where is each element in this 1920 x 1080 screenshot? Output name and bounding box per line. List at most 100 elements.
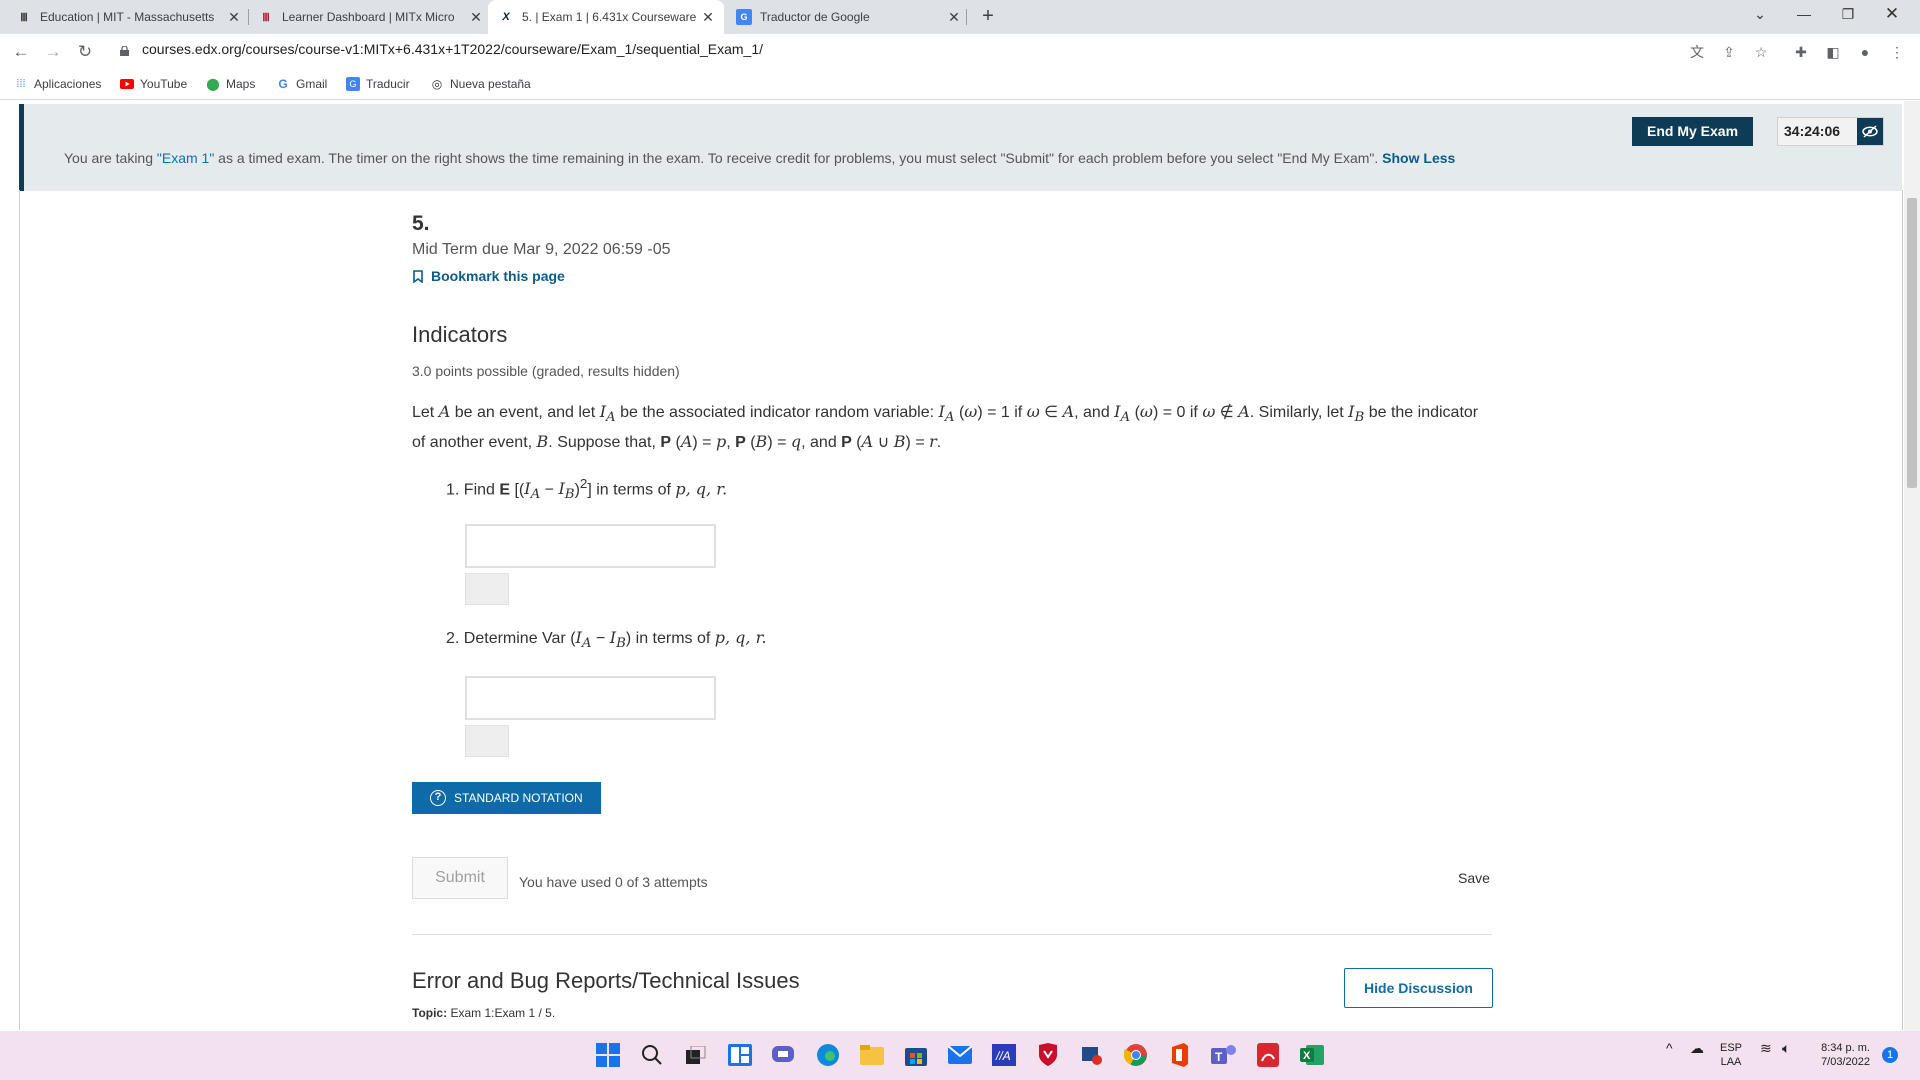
- menu-kebab-icon[interactable]: ⋮: [1886, 41, 1908, 63]
- bookmark-gmail[interactable]: G Gmail: [276, 77, 327, 91]
- store-icon[interactable]: [902, 1041, 930, 1069]
- timer-value: 34:24:06: [1784, 123, 1841, 139]
- chrome-icon[interactable]: [1122, 1041, 1150, 1069]
- windows-start-icon[interactable]: [594, 1041, 622, 1069]
- google-g-icon: G: [278, 77, 288, 91]
- translate-page-icon[interactable]: 文: [1686, 41, 1708, 63]
- tray-chevron-icon[interactable]: ^: [1666, 1041, 1673, 1055]
- mail-icon[interactable]: [946, 1041, 974, 1069]
- lock-icon: [120, 46, 129, 56]
- standard-notation-button[interactable]: ? STANDARD NOTATION: [412, 782, 601, 814]
- answer-input-1[interactable]: [465, 524, 716, 568]
- search-icon[interactable]: [638, 1041, 666, 1069]
- topic-label: Topic:: [412, 1006, 448, 1020]
- scrollbar[interactable]: [1904, 101, 1920, 1031]
- hide-timer-eye-icon[interactable]: [1857, 118, 1883, 145]
- new-tab-button[interactable]: +: [976, 5, 1000, 29]
- submit-button[interactable]: Submit: [412, 857, 508, 899]
- end-my-exam-button[interactable]: End My Exam: [1632, 117, 1753, 146]
- excel-icon[interactable]: X: [1298, 1041, 1326, 1069]
- bookmark-label: Traducir: [366, 77, 410, 91]
- content-border-left: [19, 190, 20, 1030]
- exam-banner-text: You are taking "Exam 1" as a timed exam.…: [64, 150, 1455, 166]
- answer-input-2[interactable]: [465, 676, 716, 720]
- tab-exam-courseware[interactable]: X 5. | Exam 1 | 6.431x Courseware | ✕: [488, 0, 724, 34]
- forward-arrow-icon[interactable]: →: [40, 39, 66, 65]
- youtube-icon: [120, 77, 134, 91]
- bookmark-youtube[interactable]: YouTube: [120, 77, 187, 91]
- bookmark-page-button[interactable]: Bookmark this page: [412, 268, 565, 284]
- wifi-icon[interactable]: ≋: [1760, 1041, 1772, 1055]
- translate-icon: G: [736, 9, 752, 25]
- question-1: 1. Find E [(IA − IB)2] in terms of p, q,…: [446, 476, 728, 503]
- tab-learner-dashboard[interactable]: Ⅲ Learner Dashboard | MITx Micro ✕: [258, 0, 484, 34]
- address-bar[interactable]: courses.edx.org/courses/course-v1:MITx+6…: [142, 41, 763, 57]
- office-icon[interactable]: [1166, 1041, 1194, 1069]
- acrobat-icon[interactable]: [1254, 1041, 1282, 1069]
- question-2: 2. Determine Var (IA − IB) in terms of p…: [446, 628, 767, 652]
- page-body: [0, 101, 1920, 1031]
- points-possible: 3.0 points possible (graded, results hid…: [412, 363, 680, 379]
- bookmark-label: Aplicaciones: [34, 77, 102, 91]
- app-icon[interactable]: //A: [990, 1041, 1018, 1069]
- side-panel-icon[interactable]: ◧: [1822, 41, 1844, 63]
- share-icon[interactable]: ⇪: [1718, 41, 1740, 63]
- app-vpn-icon[interactable]: [1078, 1041, 1106, 1069]
- back-arrow-icon[interactable]: ←: [8, 39, 34, 65]
- extensions-icon[interactable]: ✚: [1790, 41, 1812, 63]
- bookmark-maps[interactable]: ⬤ Maps: [206, 77, 255, 91]
- chat-icon[interactable]: [770, 1041, 798, 1069]
- windows-taskbar: //A T X ^ ☁ ESP LAA ≋ 🔈︎ 8:34 p. m. 7/03…: [0, 1031, 1920, 1080]
- clock-date: 7/03/2022: [1821, 1056, 1870, 1068]
- svg-text:X: X: [1303, 1050, 1311, 1062]
- restore-button[interactable]: ❐: [1826, 0, 1870, 30]
- volume-icon[interactable]: 🔈︎: [1782, 1041, 1790, 1055]
- clock[interactable]: 8:34 p. m. 7/03/2022: [1806, 1041, 1870, 1069]
- close-window-button[interactable]: ✕: [1870, 0, 1914, 30]
- reload-icon[interactable]: ↻: [72, 39, 98, 65]
- language-indicator[interactable]: ESP LAA: [1720, 1041, 1742, 1069]
- notification-badge[interactable]: 1: [1882, 1047, 1898, 1063]
- close-icon[interactable]: ✕: [468, 9, 484, 26]
- bookmark-new-tab[interactable]: ◎ Nueva pestaña: [430, 77, 531, 91]
- minimize-button[interactable]: —: [1782, 0, 1826, 30]
- question-mark-icon: ?: [430, 790, 446, 806]
- hide-discussion-button[interactable]: Hide Discussion: [1344, 968, 1493, 1008]
- bookmark-label: Maps: [226, 77, 256, 91]
- teams-icon[interactable]: T: [1210, 1041, 1238, 1069]
- banner-text-suffix: as a timed exam. The timer on the right …: [214, 150, 1379, 166]
- close-icon[interactable]: ✕: [226, 9, 242, 26]
- tab-strip: Ⅲ Education | MIT - Massachusetts ✕ Ⅲ Le…: [0, 0, 1920, 34]
- close-icon[interactable]: ✕: [946, 9, 962, 26]
- onedrive-cloud-icon[interactable]: ☁: [1690, 1041, 1704, 1055]
- save-button[interactable]: Save: [1458, 870, 1490, 886]
- star-icon[interactable]: ☆: [1750, 41, 1772, 63]
- tab-search-chevron-icon[interactable]: ⌄: [1738, 0, 1782, 30]
- tab-google-translate[interactable]: G Traductor de Google ✕: [736, 0, 962, 34]
- edge-icon[interactable]: [814, 1041, 842, 1069]
- bookmark-apps[interactable]: ⁞⁞⁞ Aplicaciones: [14, 77, 101, 91]
- banner-text-prefix: You are taking: [64, 150, 157, 166]
- clock-time: 8:34 p. m.: [1821, 1042, 1870, 1054]
- answer-preview-1: [465, 573, 509, 605]
- show-less-link[interactable]: Show Less: [1382, 150, 1455, 166]
- mcafee-icon[interactable]: [1034, 1041, 1062, 1069]
- close-icon[interactable]: ✕: [700, 9, 716, 26]
- widgets-icon[interactable]: [726, 1041, 754, 1069]
- svg-text:T: T: [1215, 1050, 1223, 1064]
- bookmark-traducir[interactable]: G Traducir: [346, 77, 410, 91]
- task-view-icon[interactable]: [682, 1041, 710, 1069]
- q2-suffix: in terms of: [631, 630, 715, 647]
- globe-icon: ◎: [431, 77, 443, 91]
- content-border-right: [1902, 190, 1903, 1030]
- lang-top: ESP: [1720, 1042, 1743, 1054]
- file-explorer-icon[interactable]: [858, 1041, 886, 1069]
- mit-icon: Ⅲ: [262, 11, 270, 24]
- tab-mit-education[interactable]: Ⅲ Education | MIT - Massachusetts ✕: [16, 0, 242, 34]
- topic-value: Exam 1:Exam 1 / 5.: [450, 1006, 556, 1020]
- profile-icon[interactable]: ●: [1854, 41, 1876, 63]
- q1-suffix: in terms of: [591, 481, 676, 499]
- q2-prefix: 2. Determine: [446, 630, 543, 647]
- scrollbar-thumb[interactable]: [1907, 198, 1917, 488]
- q1-prefix: 1. Find: [446, 481, 500, 499]
